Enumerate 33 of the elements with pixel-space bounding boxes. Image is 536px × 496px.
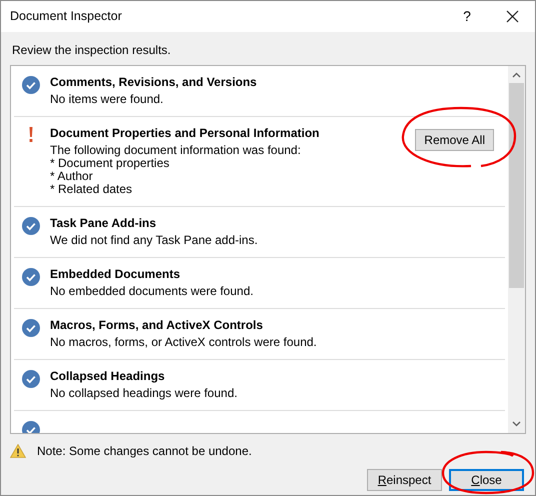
scrollbar-thumb[interactable] xyxy=(509,83,524,288)
scroll-up-icon[interactable] xyxy=(512,72,521,78)
note-text: Note: Some changes cannot be undone. xyxy=(37,443,252,460)
result-detail: No collapsed headings were found. xyxy=(50,387,238,400)
scrollbar[interactable] xyxy=(508,66,525,433)
result-detail: No macros, forms, or ActiveX controls were found. xyxy=(50,336,317,349)
result-heading: Collapsed Headings xyxy=(50,369,165,384)
remove-all-button[interactable]: Remove All xyxy=(415,129,494,151)
result-heading: Task Pane Add-ins xyxy=(50,216,156,231)
dialog-button[interactable]: Reinspect xyxy=(367,469,442,491)
check-circle-icon xyxy=(22,217,40,235)
result-heading: Comments, Revisions, and Versions xyxy=(50,75,257,90)
instruction-text: Review the inspection results. xyxy=(12,42,171,59)
result-detail: * Author xyxy=(50,170,93,183)
scroll-down-icon[interactable] xyxy=(512,421,521,427)
dialog-button[interactable]: Close xyxy=(449,469,524,491)
exclamation-icon xyxy=(28,127,34,143)
result-detail: The following document information was found: xyxy=(50,144,301,157)
check-circle-icon xyxy=(22,319,40,337)
result-detail: We did not find any Task Pane add-ins. xyxy=(50,234,258,247)
result-detail: * Document properties xyxy=(50,157,170,170)
warning-icon xyxy=(10,444,26,458)
result-detail: * Related dates xyxy=(50,183,132,196)
check-circle-icon xyxy=(22,370,40,388)
result-heading: Embedded Documents xyxy=(50,267,180,282)
result-detail: No items were found. xyxy=(50,93,164,106)
result-detail: No embedded documents were found. xyxy=(50,285,254,298)
result-heading: Document Properties and Personal Information xyxy=(50,126,320,141)
check-circle-icon xyxy=(22,76,40,94)
result-heading: Macros, Forms, and ActiveX Controls xyxy=(50,318,263,333)
help-button[interactable]: ? xyxy=(445,1,489,32)
window-title: Document Inspector xyxy=(10,8,123,26)
check-circle-icon xyxy=(22,268,40,286)
